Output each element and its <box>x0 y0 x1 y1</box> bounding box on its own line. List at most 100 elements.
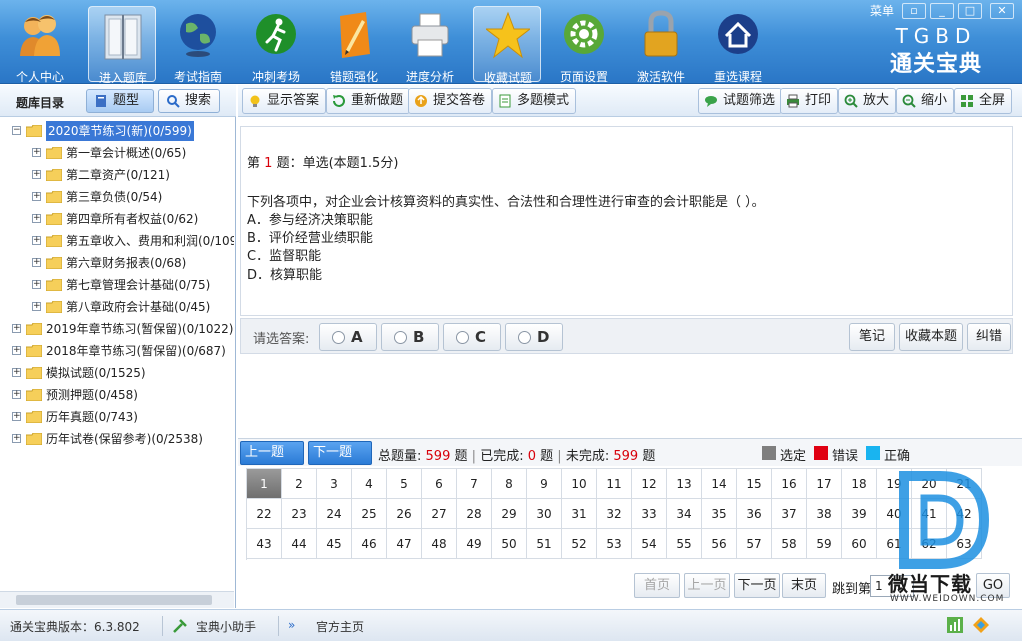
prev-question-button[interactable]: 上一题(←) <box>240 441 304 482</box>
question-number-cell[interactable]: 22 <box>247 499 282 529</box>
redo-button[interactable]: 重新做题 <box>326 88 411 114</box>
homepage-link[interactable]: 官方主页 <box>316 618 364 635</box>
question-number-cell[interactable]: 52 <box>562 529 597 559</box>
question-number-cell[interactable]: 25 <box>352 499 387 529</box>
toolbar-progress-analysis[interactable]: 进度分析 <box>396 6 464 84</box>
chart-icon[interactable] <box>946 616 964 634</box>
first-page-button[interactable]: 首页 <box>634 573 680 598</box>
expand-icon[interactable]: + <box>32 236 41 245</box>
fullscreen-button[interactable]: 全屏 <box>954 88 1013 114</box>
scrollbar-thumb[interactable] <box>16 595 212 605</box>
answer-choice-b[interactable]: B <box>381 323 439 351</box>
question-number-cell[interactable]: 55 <box>667 529 702 559</box>
question-number-cell[interactable]: 32 <box>597 499 632 529</box>
toolbar-sprint-exam[interactable]: 冲刺考场 <box>242 6 310 84</box>
zoom-in-button[interactable]: 放大 <box>838 88 897 114</box>
expand-icon[interactable]: + <box>12 346 21 355</box>
expand-icon[interactable]: + <box>12 434 21 443</box>
question-number-cell[interactable]: 8 <box>492 469 527 499</box>
expand-icon[interactable]: + <box>32 170 41 179</box>
question-number-cell[interactable]: 35 <box>702 499 737 529</box>
question-number-cell[interactable]: 2 <box>282 469 317 499</box>
expand-icon[interactable]: + <box>12 390 21 399</box>
toolbar-personal-center[interactable]: 个人中心 <box>6 6 74 84</box>
question-number-cell[interactable]: 43 <box>247 529 282 559</box>
question-number-cell[interactable]: 1 <box>247 469 282 499</box>
show-answer-button[interactable]: 显示答案 <box>242 88 327 114</box>
question-number-cell[interactable]: 17 <box>807 469 842 499</box>
question-number-cell[interactable]: 50 <box>492 529 527 559</box>
filter-button[interactable]: 试题筛选 <box>698 88 783 114</box>
question-number-cell[interactable]: 60 <box>842 529 877 559</box>
question-number-cell[interactable]: 53 <box>597 529 632 559</box>
question-number-cell[interactable]: 6 <box>422 469 457 499</box>
prev-page-button[interactable]: 上一页 <box>684 573 730 598</box>
zoom-out-button[interactable]: 缩小 <box>896 88 955 114</box>
question-number-cell[interactable]: 7 <box>457 469 492 499</box>
question-number-cell[interactable]: 54 <box>632 529 667 559</box>
question-number-cell[interactable]: 4 <box>352 469 387 499</box>
type-button[interactable]: 题型 <box>86 89 154 113</box>
toolbar-activate[interactable]: 激活软件 <box>627 6 695 84</box>
expand-icon[interactable]: + <box>12 324 21 333</box>
report-error-button[interactable]: 纠错 <box>967 323 1011 351</box>
question-number-cell[interactable]: 56 <box>702 529 737 559</box>
question-number-cell[interactable]: 23 <box>282 499 317 529</box>
toolbar-exam-guide[interactable]: 考试指南 <box>164 6 232 84</box>
multi-mode-button[interactable]: 多题模式 <box>492 88 577 114</box>
collapse-icon[interactable]: − <box>12 126 21 135</box>
answer-choice-c[interactable]: C <box>443 323 501 351</box>
helper-link[interactable]: 宝典小助手 <box>196 618 256 635</box>
question-number-cell[interactable]: 16 <box>772 469 807 499</box>
horizontal-scrollbar[interactable] <box>0 591 234 608</box>
next-question-button[interactable]: 下一题(→) <box>308 441 372 482</box>
question-number-cell[interactable]: 31 <box>562 499 597 529</box>
question-number-cell[interactable]: 12 <box>632 469 667 499</box>
question-number-cell[interactable]: 45 <box>317 529 352 559</box>
question-number-cell[interactable]: 11 <box>597 469 632 499</box>
question-number-cell[interactable]: 33 <box>632 499 667 529</box>
question-number-cell[interactable]: 29 <box>492 499 527 529</box>
expand-icon[interactable]: + <box>32 148 41 157</box>
question-number-cell[interactable]: 58 <box>772 529 807 559</box>
question-number-cell[interactable]: 30 <box>527 499 562 529</box>
print-button[interactable]: 打印 <box>780 88 839 114</box>
last-page-button[interactable]: 末页 <box>782 573 826 598</box>
question-number-cell[interactable]: 27 <box>422 499 457 529</box>
question-number-cell[interactable]: 51 <box>527 529 562 559</box>
question-number-cell[interactable]: 39 <box>842 499 877 529</box>
question-number-cell[interactable]: 49 <box>457 529 492 559</box>
question-number-cell[interactable]: 48 <box>422 529 457 559</box>
search-button[interactable]: 搜索 <box>158 89 220 113</box>
expand-icon[interactable]: + <box>32 192 41 201</box>
question-number-cell[interactable]: 26 <box>387 499 422 529</box>
toolbar-wrong-review[interactable]: 错题强化 <box>320 6 388 84</box>
question-number-cell[interactable]: 37 <box>772 499 807 529</box>
question-number-cell[interactable]: 57 <box>737 529 772 559</box>
question-number-cell[interactable]: 36 <box>737 499 772 529</box>
minimize-button[interactable]: _ <box>930 3 954 19</box>
question-number-cell[interactable]: 3 <box>317 469 352 499</box>
question-number-cell[interactable]: 59 <box>807 529 842 559</box>
toolbar-favorites[interactable]: 收藏试题 <box>473 6 541 85</box>
question-number-cell[interactable]: 10 <box>562 469 597 499</box>
favorite-button[interactable]: 收藏本题 <box>899 323 963 351</box>
question-number-cell[interactable]: 28 <box>457 499 492 529</box>
expand-icon[interactable]: + <box>32 302 41 311</box>
app-icon[interactable] <box>972 616 990 634</box>
toolbar-page-settings[interactable]: 页面设置 <box>550 6 618 84</box>
toolbar-reselect-course[interactable]: 重选课程 <box>704 6 772 84</box>
answer-choice-a[interactable]: A <box>319 323 377 351</box>
question-number-cell[interactable]: 44 <box>282 529 317 559</box>
menu-link[interactable]: 菜单 <box>870 2 894 20</box>
next-page-button[interactable]: 下一页 <box>734 573 780 598</box>
expand-icon[interactable]: + <box>32 280 41 289</box>
question-number-cell[interactable]: 24 <box>317 499 352 529</box>
question-number-cell[interactable]: 9 <box>527 469 562 499</box>
question-number-cell[interactable]: 38 <box>807 499 842 529</box>
question-number-cell[interactable]: 14 <box>702 469 737 499</box>
expand-icon[interactable]: + <box>12 368 21 377</box>
submit-button[interactable]: 提交答卷 <box>408 88 493 114</box>
maximize-button[interactable]: □ <box>958 3 982 19</box>
question-number-cell[interactable]: 15 <box>737 469 772 499</box>
